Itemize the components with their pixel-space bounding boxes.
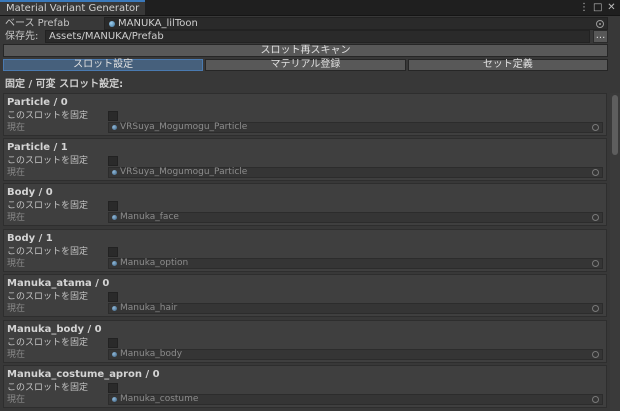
material-icon — [112, 352, 117, 357]
object-picker-icon — [592, 351, 599, 358]
slot-title: Body / 1 — [7, 233, 53, 244]
tab-set-definition[interactable]: セット定義 — [407, 59, 608, 71]
slot-title: Body / 0 — [7, 187, 53, 198]
material-icon — [112, 306, 117, 311]
current-label: 現在 — [7, 123, 26, 133]
prefab-icon — [109, 21, 115, 27]
slot-title: Manuka_atama / 0 — [7, 278, 110, 289]
current-label: 現在 — [7, 395, 26, 405]
save-to-label: 保存先: — [5, 31, 39, 42]
tab-slot-settings[interactable]: スロット設定 — [3, 59, 204, 71]
current-label: 現在 — [7, 259, 26, 269]
current-material-field: Manuka_hair — [108, 303, 603, 314]
section-heading: 固定 / 可変 スロット設定: — [5, 79, 124, 90]
window-titlebar: Material Variant Generator ⋮ □ ✕ — [0, 0, 620, 16]
object-picker-icon — [592, 214, 599, 221]
slot-box: Body / 0 このスロットを固定 現在 Manuka_face — [3, 183, 607, 226]
material-icon — [112, 261, 117, 266]
current-material-field: Manuka_costume — [108, 394, 603, 405]
current-material-value: Manuka_option — [120, 258, 189, 268]
lock-slot-checkbox[interactable] — [108, 156, 118, 166]
window-controls: ⋮ □ ✕ — [579, 0, 616, 15]
lock-slot-checkbox[interactable] — [108, 383, 118, 393]
material-icon — [112, 125, 117, 130]
current-label: 現在 — [7, 213, 26, 223]
browse-button[interactable]: ... — [593, 30, 608, 43]
slot-box: Particle / 1 このスロットを固定 現在 VRSuya_Mogumog… — [3, 138, 607, 181]
lock-slot-checkbox[interactable] — [108, 247, 118, 257]
lock-slot-label: このスロットを固定 — [7, 201, 89, 211]
current-material-field: VRSuya_Mogumogu_Particle — [108, 122, 603, 133]
slot-title: Particle / 1 — [7, 142, 68, 153]
current-material-field: Manuka_body — [108, 349, 603, 360]
rescan-slots-button[interactable]: スロット再スキャン — [3, 44, 608, 57]
material-icon — [112, 215, 117, 220]
current-material-value: Manuka_hair — [120, 303, 178, 313]
object-picker-icon[interactable] — [596, 20, 604, 28]
lock-slot-label: このスロットを固定 — [7, 338, 89, 348]
slot-box: Manuka_atama / 0 このスロットを固定 現在 Manuka_hai… — [3, 274, 607, 317]
mode-tabs: スロット設定 マテリアル登録 セット定義 — [3, 59, 608, 71]
lock-slot-label: このスロットを固定 — [7, 383, 89, 393]
object-picker-icon — [592, 305, 599, 312]
maximize-icon[interactable]: □ — [593, 0, 602, 15]
slot-box: Body / 1 このスロットを固定 現在 Manuka_option — [3, 229, 607, 272]
current-material-field: Manuka_face — [108, 212, 603, 223]
tab-material-register[interactable]: マテリアル登録 — [205, 59, 406, 71]
slot-box: Particle / 0 このスロットを固定 現在 VRSuya_Mogumog… — [3, 93, 607, 136]
lock-slot-label: このスロットを固定 — [7, 247, 89, 257]
lock-slot-checkbox[interactable] — [108, 111, 118, 121]
current-material-value: Manuka_face — [120, 212, 179, 222]
slot-title: Particle / 0 — [7, 97, 68, 108]
current-material-value: VRSuya_Mogumogu_Particle — [120, 167, 248, 177]
current-material-value: Manuka_costume — [120, 394, 199, 404]
object-picker-icon — [592, 396, 599, 403]
close-icon[interactable]: ✕ — [607, 0, 616, 15]
base-prefab-value: MANUKA_lilToon — [118, 18, 198, 29]
base-prefab-label: ベース Prefab — [5, 18, 70, 29]
lock-slot-checkbox[interactable] — [108, 201, 118, 211]
slot-box: Manuka_costume_apron / 0 このスロットを固定 現在 Ma… — [3, 365, 607, 408]
save-to-row: 保存先: Assets/MANUKA/Prefab ... — [3, 30, 608, 43]
current-label: 現在 — [7, 304, 26, 314]
current-material-field: Manuka_option — [108, 258, 603, 269]
scrollbar-thumb[interactable] — [612, 95, 618, 155]
object-picker-icon — [592, 260, 599, 267]
more-options-icon[interactable]: ⋮ — [579, 0, 589, 15]
lock-slot-label: このスロットを固定 — [7, 111, 89, 121]
slot-title: Manuka_costume_apron / 0 — [7, 369, 160, 380]
lock-slot-checkbox[interactable] — [108, 292, 118, 302]
material-icon — [112, 170, 117, 175]
current-material-value: VRSuya_Mogumogu_Particle — [120, 122, 248, 132]
current-material-field: VRSuya_Mogumogu_Particle — [108, 167, 603, 178]
vertical-scrollbar[interactable] — [610, 93, 620, 411]
object-picker-icon — [592, 169, 599, 176]
lock-slot-checkbox[interactable] — [108, 338, 118, 348]
base-prefab-row: ベース Prefab MANUKA_lilToon — [3, 17, 608, 30]
slot-title: Manuka_body / 0 — [7, 324, 102, 335]
current-label: 現在 — [7, 168, 26, 178]
current-label: 現在 — [7, 350, 26, 360]
save-path-input[interactable]: Assets/MANUKA/Prefab — [45, 30, 590, 43]
base-prefab-field[interactable]: MANUKA_lilToon — [104, 17, 608, 30]
material-icon — [112, 397, 117, 402]
slot-list: Particle / 0 このスロットを固定 現在 VRSuya_Mogumog… — [0, 93, 607, 411]
object-picker-icon — [592, 124, 599, 131]
current-material-value: Manuka_body — [120, 349, 183, 359]
lock-slot-label: このスロットを固定 — [7, 156, 89, 166]
slot-box: Manuka_body / 0 このスロットを固定 現在 Manuka_body — [3, 320, 607, 363]
window-tab[interactable]: Material Variant Generator — [0, 0, 146, 15]
lock-slot-label: このスロットを固定 — [7, 292, 89, 302]
